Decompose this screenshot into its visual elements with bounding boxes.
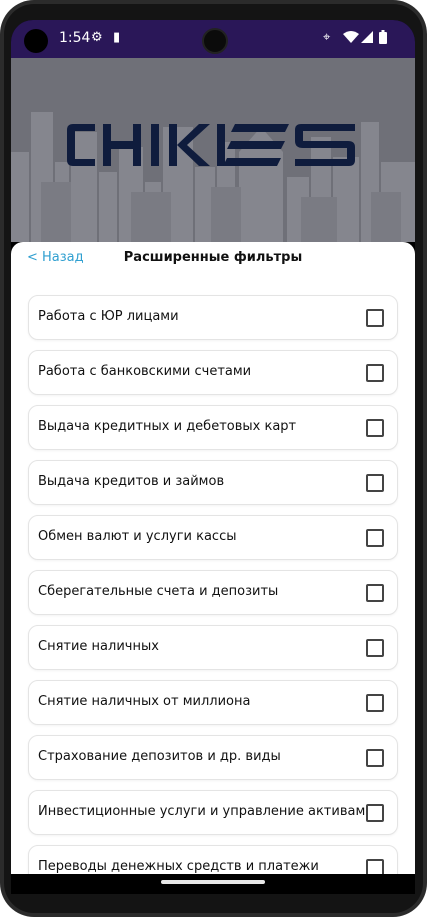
sd-card-icon: ▮ <box>113 30 121 45</box>
nav-bar: < Назад Расширенные фильтры <box>11 242 415 274</box>
filter-label: Работа с ЮР лицами <box>38 309 179 324</box>
home-indicator[interactable] <box>161 880 265 884</box>
header-banner <box>11 58 415 242</box>
filter-item-legal-entities[interactable]: Работа с ЮР лицами <box>28 295 398 340</box>
screen: 1:54 ⚙ ▮ ⌖ < Назад Расширенные фильтры Р… <box>11 20 415 894</box>
filter-checkbox[interactable] <box>366 859 384 874</box>
filter-checkbox[interactable] <box>366 419 384 437</box>
filter-item-loans[interactable]: Выдача кредитов и займов <box>28 460 398 505</box>
filter-item-deposit-insurance[interactable]: Страхование депозитов и др. виды <box>28 735 398 780</box>
filter-label: Сберегательные счета и депозиты <box>38 584 279 599</box>
camera-notch <box>202 28 228 54</box>
filter-checkbox[interactable] <box>366 749 384 767</box>
filters-panel: < Назад Расширенные фильтры Работа с ЮР … <box>11 242 415 874</box>
page-title: Расширенные фильтры <box>123 250 303 265</box>
filter-label: Выдача кредитов и займов <box>38 474 225 489</box>
filter-label: Инвестиционные услуги и управление актив… <box>38 804 374 819</box>
filter-item-investment[interactable]: Инвестиционные услуги и управление актив… <box>28 790 398 835</box>
filter-item-cash-withdrawal-million[interactable]: Снятие наличных от миллиона <box>28 680 398 725</box>
filter-checkbox[interactable] <box>366 639 384 657</box>
status-time: 1:54 <box>59 30 91 46</box>
filter-checkbox[interactable] <box>366 804 384 822</box>
filter-item-savings[interactable]: Сберегательные счета и депозиты <box>28 570 398 615</box>
front-camera-cutout <box>24 29 48 53</box>
battery-icon <box>379 30 387 44</box>
status-bar: 1:54 ⚙ ▮ ⌖ <box>11 20 415 58</box>
filter-label: Страхование депозитов и др. виды <box>38 749 281 764</box>
filter-label: Снятие наличных от миллиона <box>38 694 251 709</box>
wifi-icon <box>343 31 359 43</box>
filter-label: Выдача кредитных и дебетовых карт <box>38 419 297 434</box>
filter-label: Снятие наличных <box>38 639 159 654</box>
filter-item-cards[interactable]: Выдача кредитных и дебетовых карт <box>28 405 398 450</box>
phone-frame: 1:54 ⚙ ▮ ⌖ < Назад Расширенные фильтры Р… <box>0 0 427 917</box>
filter-item-transfers[interactable]: Переводы денежных средств и платежи <box>28 845 398 874</box>
filter-item-currency-exchange[interactable]: Обмен валют и услуги кассы <box>28 515 398 560</box>
filter-checkbox[interactable] <box>366 474 384 492</box>
filter-item-bank-accounts[interactable]: Работа с банковскими счетами <box>28 350 398 395</box>
filter-checkbox[interactable] <box>366 529 384 547</box>
settings-gear-icon: ⚙ <box>91 30 103 45</box>
filter-label: Обмен валют и услуги кассы <box>38 529 237 544</box>
filter-checkbox[interactable] <box>366 309 384 327</box>
filter-checkbox[interactable] <box>366 694 384 712</box>
filter-item-cash-withdrawal[interactable]: Снятие наличных <box>28 625 398 670</box>
filter-checkbox[interactable] <box>366 364 384 382</box>
filter-checkbox[interactable] <box>366 584 384 602</box>
chikies-logo <box>67 124 355 166</box>
filter-label: Переводы денежных средств и платежи <box>38 859 319 874</box>
filter-label: Работа с банковскими счетами <box>38 364 252 379</box>
location-icon: ⌖ <box>323 30 331 45</box>
signal-icon <box>361 31 373 43</box>
system-nav-bar <box>11 874 415 894</box>
